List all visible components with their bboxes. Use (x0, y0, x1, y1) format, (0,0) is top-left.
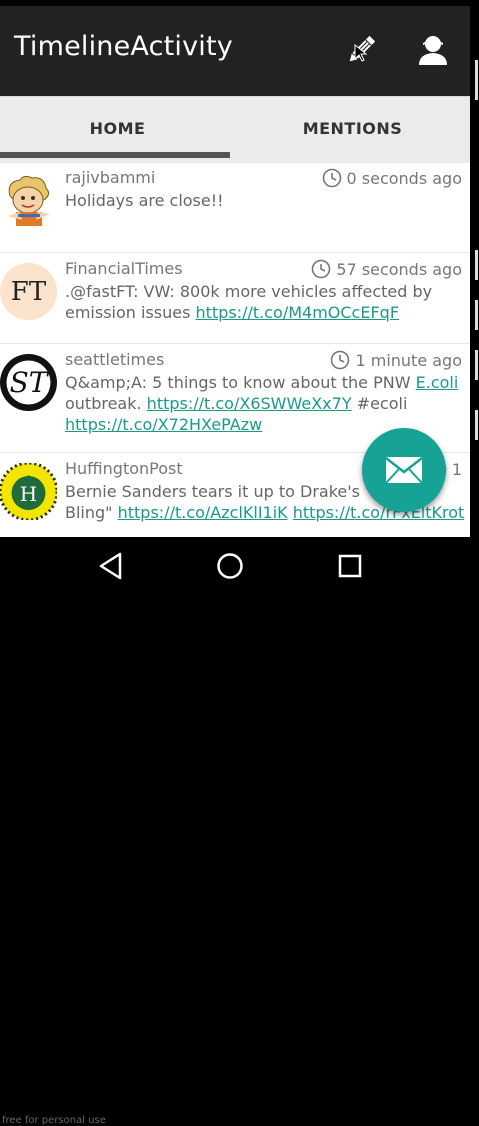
svg-text:FT: FT (11, 277, 47, 307)
tweet-username[interactable]: rajivbammi (65, 168, 155, 187)
app-screen: TimelineActivity HOME MENTIONS rajivbamm… (0, 0, 470, 537)
time-text: 1 minute ago (355, 350, 462, 370)
page-title: TimelineActivity (14, 31, 233, 62)
svg-text:ST: ST (10, 366, 50, 399)
system-nav-bar: free for personal use (0, 537, 479, 1126)
home-icon[interactable] (215, 551, 245, 581)
tweet-link[interactable]: https://t.co/AzclKlI1iK (118, 503, 288, 522)
tweet-link[interactable]: https://t.co/X72HXePAzw (65, 415, 262, 434)
tab-indicator (0, 152, 230, 158)
envelope-icon (385, 457, 423, 484)
mouse-cursor-icon (354, 44, 368, 62)
time-text: 0 seconds ago (346, 168, 463, 188)
recents-icon[interactable] (335, 551, 365, 581)
tweet-text-part: #ecoli (351, 394, 408, 413)
tweet-timestamp: 57 seconds ago (311, 259, 462, 279)
compose-button[interactable] (341, 30, 381, 70)
tweet-text-part: Q&amp;A: 5 things to know about the PNW (65, 373, 416, 392)
tweet-item[interactable]: FT FinancialTimes 57 seconds ago .@fastF… (0, 253, 470, 344)
tweet-link[interactable]: https://t.co/rFxEltKrot (293, 503, 465, 522)
avatar (0, 172, 57, 229)
tweet-username[interactable]: seattletimes (65, 350, 164, 369)
avatar: FT (0, 263, 57, 320)
status-bar (0, 0, 470, 6)
tweet-item[interactable]: rajivbammi 0 seconds ago Holidays are cl… (0, 162, 470, 253)
svg-text:H: H (20, 482, 37, 506)
clock-icon (312, 259, 331, 279)
tweet-text: Holidays are close!! (65, 190, 465, 211)
tweet-timestamp: 0 seconds ago (322, 168, 463, 188)
tab-home[interactable]: HOME (0, 97, 235, 159)
tweet-text: .@fastFT: VW: 800k more vehicles affecte… (65, 281, 465, 323)
compose-fab[interactable] (362, 428, 446, 512)
back-icon[interactable] (96, 551, 126, 581)
tweet-link[interactable]: https://t.co/X6SWWeXx7Y (147, 394, 352, 413)
tweet-link[interactable]: https://t.co/M4mOCcEFqF (196, 303, 400, 322)
time-text: 1 (451, 459, 462, 479)
avatar: H (0, 463, 57, 520)
person-icon (419, 36, 447, 65)
avatar: ST (0, 354, 57, 411)
app-bar: TimelineActivity (0, 0, 470, 96)
profile-button[interactable] (413, 30, 453, 70)
tweet-link[interactable]: E.coli (416, 373, 459, 392)
clock-icon (322, 168, 341, 188)
screen-edge (470, 0, 479, 537)
tweet-timestamp: 1 minute ago (330, 350, 462, 370)
tweet-text-part: Holidays are close!! (65, 191, 224, 210)
tweet-text: Q&amp;A: 5 things to know about the PNW … (65, 372, 465, 435)
time-text: 57 seconds ago (336, 259, 462, 279)
tweet-username[interactable]: HuffingtonPost (65, 459, 183, 478)
tweet-text-part: outbreak. (65, 394, 147, 413)
clock-icon (331, 350, 350, 370)
watermark: free for personal use (2, 1115, 106, 1126)
tweet-username[interactable]: FinancialTimes (65, 259, 183, 278)
tab-bar: HOME MENTIONS (0, 96, 470, 163)
tab-mentions[interactable]: MENTIONS (235, 97, 470, 159)
